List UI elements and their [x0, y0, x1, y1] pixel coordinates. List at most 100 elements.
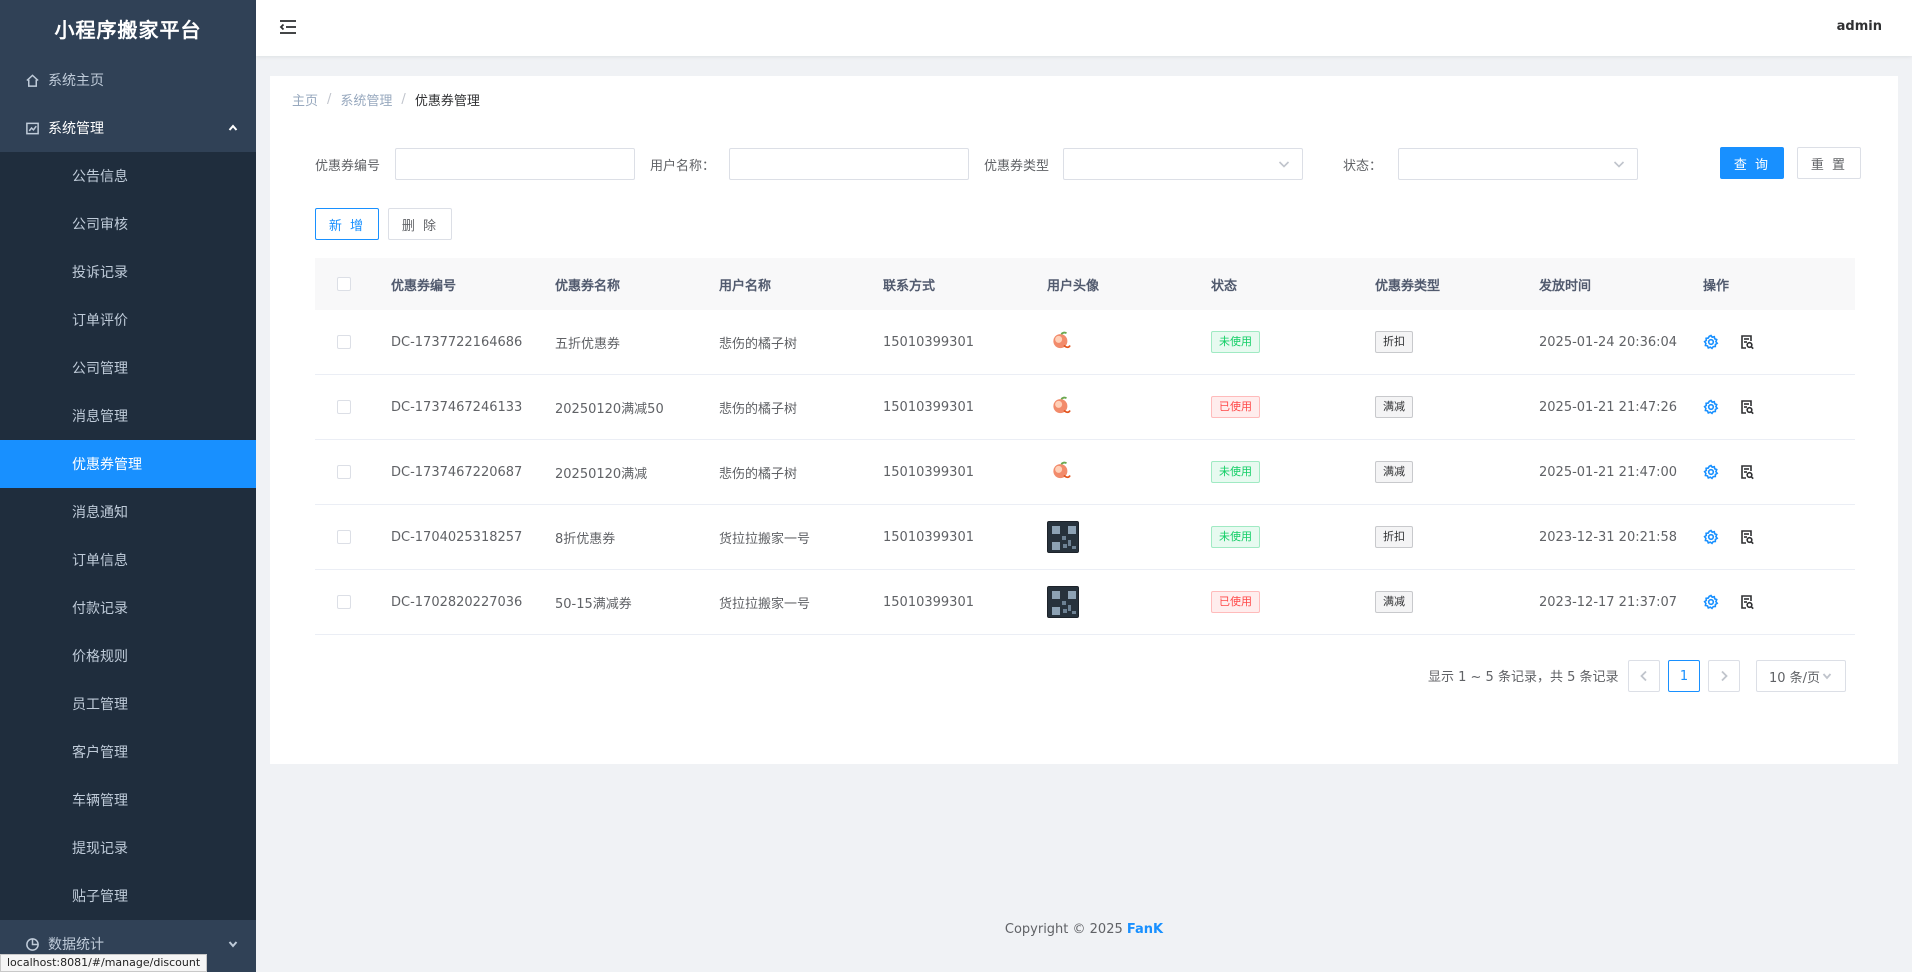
coupon-code-cell: DC-1702820227036 [391, 594, 523, 610]
sidebar-item-notifications[interactable]: 消息通知 [0, 488, 256, 536]
coupon-code-cell: DC-1737467246133 [391, 399, 523, 415]
view-detail-icon[interactable] [1739, 334, 1755, 350]
breadcrumb-home[interactable]: 主页 [292, 90, 318, 109]
peach-avatar-image[interactable] [1047, 456, 1079, 488]
sidebar-item-company-review[interactable]: 公司审核 [0, 200, 256, 248]
sidebar-item-company-management[interactable]: 公司管理 [0, 344, 256, 392]
sidebar-item-label: 贴子管理 [72, 889, 128, 905]
chevron-down-icon [1613, 158, 1625, 170]
sidebar-group-system[interactable]: 系统管理 [0, 104, 256, 152]
select-all-checkbox[interactable] [337, 277, 351, 291]
submenu-system: 公告信息 公司审核 投诉记录 订单评价 公司管理 消息管理 优惠券管理 消息通知… [0, 152, 256, 920]
sidebar-item-announcements[interactable]: 公告信息 [0, 152, 256, 200]
row-checkbox[interactable] [337, 595, 351, 609]
sidebar-item-staff[interactable]: 员工管理 [0, 680, 256, 728]
column-header: 联系方式 [883, 278, 936, 294]
page-size-select[interactable]: 10 条/页 [1756, 660, 1846, 692]
peach-avatar-image[interactable] [1047, 326, 1079, 358]
row-checkbox-cell [315, 335, 391, 349]
menu-toggle-icon[interactable] [278, 17, 300, 39]
sidebar-item-message-management[interactable]: 消息管理 [0, 392, 256, 440]
row-checkbox[interactable] [337, 400, 351, 414]
row-checkbox-cell [315, 465, 391, 479]
breadcrumb-current: 优惠券管理 [414, 94, 480, 109]
reset-button[interactable]: 重 置 [1797, 147, 1861, 179]
coupon-type-badge: 满减 [1375, 591, 1413, 613]
view-detail-icon[interactable] [1739, 399, 1755, 415]
table-row: DC-1704025318257 8折优惠券 货拉拉搬家一号 15010399301 未… [315, 505, 1855, 570]
coupon-table: 优惠券编号 优惠券名称 用户名称 联系方式 用户头像 状态 优惠券类型 发放时间… [315, 258, 1855, 635]
sidebar-item-label: 公司审核 [72, 217, 128, 233]
sidebar-item-label: 价格规则 [72, 649, 128, 665]
user-name-cell: 悲伤的橘子树 [719, 401, 798, 417]
copyright-text: Copyright © 2025 [1004, 922, 1127, 937]
column-header: 状态 [1211, 278, 1238, 294]
type-cell: 满减 [1375, 396, 1539, 418]
chart-icon [24, 120, 40, 136]
home-icon [24, 72, 40, 88]
edit-gear-icon[interactable] [1703, 399, 1719, 415]
peach-avatar-image[interactable] [1047, 391, 1079, 423]
sidebar-item-order-reviews[interactable]: 订单评价 [0, 296, 256, 344]
issue-time-cell: 2025-01-21 21:47:00 [1539, 464, 1678, 480]
status-label: 状态： [1343, 159, 1383, 174]
edit-gear-icon[interactable] [1703, 334, 1719, 350]
coupon-type-label: 优惠券类型 [984, 159, 1050, 174]
sidebar-item-home[interactable]: 系统主页 [0, 56, 256, 104]
view-detail-icon[interactable] [1739, 464, 1755, 480]
sidebar-item-label: 付款记录 [72, 601, 128, 617]
avatar-cell [1047, 586, 1211, 618]
pie-chart-icon [24, 936, 40, 952]
sidebar-item-vehicles[interactable]: 车辆管理 [0, 776, 256, 824]
column-header: 用户名称 [719, 278, 772, 294]
sidebar-item-withdrawals[interactable]: 提现记录 [0, 824, 256, 872]
footer: Copyright © 2025 FanK [256, 922, 1912, 937]
qr-avatar-image[interactable] [1047, 586, 1079, 618]
sidebar-item-orders[interactable]: 订单信息 [0, 536, 256, 584]
row-checkbox[interactable] [337, 465, 351, 479]
add-button[interactable]: 新 增 [315, 208, 379, 240]
pagination-summary: 显示 1 ~ 5 条记录，共 5 条记录 [1428, 670, 1619, 685]
sidebar-item-price-rules[interactable]: 价格规则 [0, 632, 256, 680]
sidebar-item-coupons[interactable]: 优惠券管理 [0, 440, 256, 488]
user-menu[interactable]: admin [1837, 19, 1882, 34]
coupon-type-select[interactable] [1063, 148, 1303, 180]
user-name-cell: 货拉拉搬家一号 [719, 596, 811, 612]
edit-gear-icon[interactable] [1703, 464, 1719, 480]
sidebar-item-customers[interactable]: 客户管理 [0, 728, 256, 776]
query-button[interactable]: 查 询 [1720, 147, 1784, 179]
prev-page-button[interactable] [1628, 660, 1660, 692]
phone-cell: 15010399301 [883, 594, 974, 610]
sidebar-item-complaints[interactable]: 投诉记录 [0, 248, 256, 296]
status-cell: 未使用 [1211, 461, 1375, 483]
coupon-type-badge: 折扣 [1375, 526, 1413, 548]
sidebar-item-posts[interactable]: 贴子管理 [0, 872, 256, 920]
qr-avatar-image[interactable] [1047, 521, 1079, 553]
edit-gear-icon[interactable] [1703, 594, 1719, 610]
view-detail-icon[interactable] [1739, 594, 1755, 610]
footer-brand-link[interactable]: FanK [1127, 922, 1163, 937]
edit-gear-icon[interactable] [1703, 529, 1719, 545]
next-page-button[interactable] [1708, 660, 1740, 692]
actions-cell [1703, 399, 1783, 415]
column-header: 用户头像 [1047, 278, 1100, 294]
row-checkbox-cell [315, 595, 391, 609]
phone-cell: 15010399301 [883, 399, 974, 415]
row-checkbox[interactable] [337, 530, 351, 544]
view-detail-icon[interactable] [1739, 529, 1755, 545]
column-header: 优惠券名称 [555, 278, 621, 294]
sidebar-item-label: 公司管理 [72, 361, 128, 377]
sidebar-item-label: 投诉记录 [72, 265, 128, 281]
breadcrumb-section[interactable]: 系统管理 [340, 90, 392, 109]
delete-button[interactable]: 删 除 [388, 208, 452, 240]
row-checkbox-cell [315, 400, 391, 414]
row-checkbox[interactable] [337, 335, 351, 349]
chevron-down-icon [1278, 158, 1290, 170]
user-name-input[interactable] [729, 148, 969, 180]
coupon-no-input[interactable] [395, 148, 635, 180]
status-select[interactable] [1398, 148, 1638, 180]
column-header: 操作 [1703, 278, 1730, 294]
row-checkbox-cell [315, 530, 391, 544]
sidebar-item-payments[interactable]: 付款记录 [0, 584, 256, 632]
page-1-button[interactable]: 1 [1668, 660, 1700, 692]
